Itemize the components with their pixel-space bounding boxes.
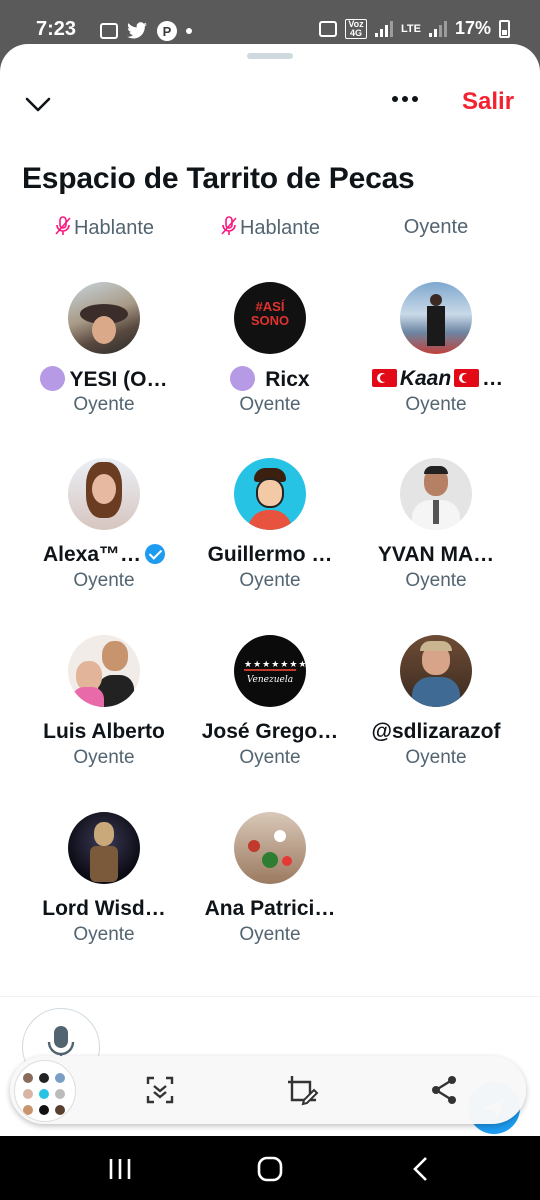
participant-name: Ana Patrici… [204, 897, 336, 920]
avatar [234, 812, 306, 884]
navigation-bar [0, 1136, 540, 1200]
purple-circle-icon [230, 366, 256, 391]
participant-role: Oyente [73, 394, 135, 415]
mic-muted-icon [55, 216, 71, 235]
drag-handle[interactable] [247, 53, 293, 59]
pay-app-icon: P [157, 21, 177, 41]
participant-name: Alexa™… [21, 542, 187, 568]
speaker-role: Hablante [21, 216, 187, 240]
participant-name: @sdlizarazof [371, 720, 501, 743]
clock: 7:23 [36, 18, 77, 40]
signal-icon-2 [428, 20, 447, 37]
screenshot-toolbar [10, 1056, 526, 1124]
participant-name: Guillermo … [207, 543, 333, 566]
participant-cell[interactable]: Luis Alberto Oyente [21, 635, 187, 769]
volte-label: Voz 4G [345, 18, 367, 39]
share-icon[interactable] [424, 1070, 464, 1110]
participant-name: Lord Wisd… [42, 897, 166, 920]
battery-icon [499, 19, 510, 38]
turkey-flag-icon [371, 369, 397, 387]
recent-apps-icon[interactable] [105, 1156, 135, 1182]
turkey-flag-icon [454, 369, 480, 387]
participant-role: Oyente [73, 924, 135, 945]
participant-cell[interactable]: Kaan… Oyente [353, 282, 519, 416]
screenshot-thumbnail[interactable] [14, 1060, 76, 1122]
avatar [234, 458, 306, 530]
participant-cell[interactable]: @sdlizarazof Oyente [353, 635, 519, 769]
listener-role: Oyente [403, 216, 469, 238]
notification-dot-icon [186, 28, 192, 34]
participant-role: Oyente [73, 570, 135, 591]
avatar: ★★★★★★★ Venezuela [234, 635, 306, 707]
network-label: LTE [401, 22, 421, 35]
participant-cell[interactable]: #ASÍ SONO Ricx Oyente [187, 282, 353, 416]
avatar: #ASÍ SONO [234, 282, 306, 354]
participant-role: Oyente [405, 747, 467, 768]
participant-role: Oyente [239, 747, 301, 768]
scroll-capture-icon[interactable] [140, 1070, 180, 1110]
avatar [68, 812, 140, 884]
space-title: Espacio de Tarrito de Pecas [22, 162, 415, 195]
participant-name: Luis Alberto [43, 720, 165, 743]
purple-circle-icon [40, 366, 66, 391]
speaker-role: Hablante [187, 216, 353, 240]
participant-cell[interactable]: YVAN MA… Oyente [353, 458, 519, 592]
verified-badge-icon [145, 544, 166, 564]
signal-icon [375, 20, 393, 37]
participant-name: YESI (O… [21, 366, 187, 392]
battery-percent: 17% [454, 18, 491, 38]
participant-role: Oyente [73, 747, 135, 768]
avatar [400, 635, 472, 707]
crop-edit-icon[interactable] [282, 1070, 322, 1110]
participant-cell[interactable]: YESI (O… Oyente [21, 282, 187, 416]
participant-cell[interactable]: Ana Patrici… Oyente [187, 812, 353, 946]
participant-role: Oyente [239, 924, 301, 945]
participant-role: Oyente [405, 570, 467, 591]
participant-name: YVAN MA… [377, 543, 495, 566]
participant-role: Oyente [239, 570, 301, 591]
participant-cell[interactable]: Guillermo … Oyente [187, 458, 353, 592]
participant-role: Oyente [405, 394, 467, 415]
participant-role: Oyente [239, 394, 301, 415]
participant-cell[interactable]: Alexa™… Oyente [21, 458, 187, 592]
avatar [68, 458, 140, 530]
participant-cell[interactable]: Lord Wisd… Oyente [21, 812, 187, 946]
divider [0, 996, 540, 997]
chevron-down-icon[interactable] [22, 88, 54, 120]
leave-button[interactable]: Salir [462, 88, 514, 116]
participant-cell[interactable]: ★★★★★★★ Venezuela José Grego… Oyente [187, 635, 353, 769]
avatar [400, 282, 472, 354]
avatar [68, 282, 140, 354]
participant-name: Kaan… [353, 366, 519, 392]
participant-name: José Grego… [201, 720, 339, 743]
avatar [68, 635, 140, 707]
avatar [400, 458, 472, 530]
twitter-icon [127, 22, 147, 39]
home-icon[interactable] [255, 1156, 285, 1182]
space-sheet: Salir Espacio de Tarrito de Pecas Hablan… [0, 44, 540, 1136]
participant-name: Ricx [187, 366, 353, 392]
more-options-icon[interactable] [392, 96, 418, 102]
back-icon[interactable] [406, 1156, 436, 1182]
svg-text:P: P [163, 24, 172, 39]
gallery-icon [100, 23, 118, 39]
recycle-icon [319, 20, 337, 37]
mic-muted-icon [221, 216, 237, 235]
